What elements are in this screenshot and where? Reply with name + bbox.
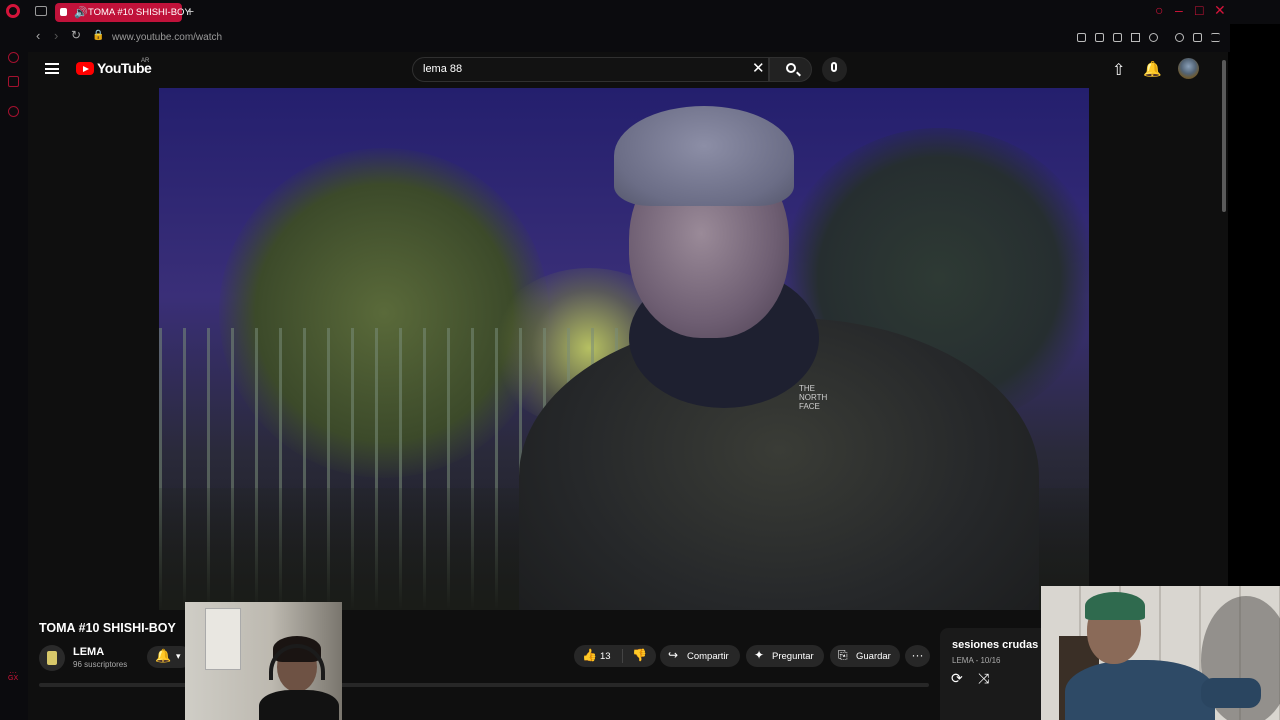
new-tab-button[interactable]: + xyxy=(186,3,194,19)
like-button-icon[interactable]: 👍 xyxy=(582,648,597,662)
forward-icon[interactable]: › xyxy=(54,28,58,43)
webcam-streamer-body xyxy=(259,690,339,720)
ask-label: Preguntar xyxy=(772,651,814,662)
dislike-button-icon[interactable]: 👎 xyxy=(632,648,647,662)
back-icon[interactable]: ‹ xyxy=(36,28,40,43)
share-button[interactable]: ↪ Compartir xyxy=(660,645,740,667)
profile-icon[interactable] xyxy=(1175,33,1184,42)
heart-icon[interactable] xyxy=(1149,33,1158,42)
webcam-wall-poster xyxy=(205,608,241,670)
browser-sidebar: GX ··· xyxy=(0,24,28,720)
share-label: Compartir xyxy=(687,651,729,662)
video-title: TOMA #10 SHISHI-BOY xyxy=(39,621,176,635)
save-button[interactable]: ⎘ Guardar xyxy=(830,645,900,667)
share-icon: ↪ xyxy=(668,648,679,662)
like-divider xyxy=(622,649,623,663)
url-field[interactable]: www.youtube.com/watch xyxy=(112,32,222,43)
tab-title: TOMA #10 SHISHI-BOY xyxy=(88,7,191,18)
search-input[interactable] xyxy=(412,57,769,82)
webcam-person-arm xyxy=(1201,678,1261,708)
more-actions-button[interactable]: ··· xyxy=(905,645,930,667)
loop-icon[interactable]: ⟳ xyxy=(951,670,963,687)
microphone-icon xyxy=(831,62,837,72)
youtube-favicon-icon xyxy=(60,8,67,16)
chevron-down-icon: ▾ xyxy=(176,651,181,661)
gx-cleaner-icon[interactable] xyxy=(8,76,19,87)
voice-search-button[interactable] xyxy=(822,57,847,82)
channel-avatar-image xyxy=(47,651,57,665)
address-bar: ‹ › ↻ 🔒 www.youtube.com/watch xyxy=(28,24,1230,52)
description-box-edge xyxy=(39,683,929,687)
channel-name[interactable]: LEMA xyxy=(73,646,104,658)
country-code: AR xyxy=(141,58,150,64)
snapshot-icon[interactable] xyxy=(1095,33,1104,42)
like-dislike-group: 👍 13 👎 xyxy=(574,645,656,667)
reload-icon[interactable]: ↻ xyxy=(71,28,81,42)
save-label: Guardar xyxy=(856,651,891,662)
search-query-text[interactable]: lema 88 xyxy=(423,63,462,75)
upload-icon[interactable]: ⇧ xyxy=(1112,60,1125,80)
save-bookmark-icon: ⎘ xyxy=(838,648,848,662)
playlist-meta: LEMA - 10/16 xyxy=(952,656,1001,665)
scrollbar-thumb[interactable] xyxy=(1222,60,1226,212)
video-player[interactable]: THE NORTH FACE xyxy=(159,88,1089,610)
webcam-person-body xyxy=(1065,660,1215,720)
search-icon xyxy=(786,63,796,73)
gx-control-icon[interactable] xyxy=(8,52,19,63)
like-count[interactable]: 13 xyxy=(600,651,611,662)
close-icon[interactable]: ✕ xyxy=(1214,2,1226,19)
playlist-panel[interactable]: sesiones crudas LEMA - 10/16 ⟳ ⤨ xyxy=(940,628,1050,720)
ask-button[interactable]: ✦ Preguntar xyxy=(746,645,824,667)
tab-manager-icon[interactable] xyxy=(35,6,47,16)
playlist-title[interactable]: sesiones crudas xyxy=(952,639,1038,651)
webcam-overlay-right xyxy=(1041,586,1280,720)
search-button[interactable] xyxy=(769,57,812,82)
audio-playing-icon[interactable]: 🔊 xyxy=(74,6,88,19)
bell-icon: 🔔 xyxy=(155,648,172,663)
jacket-brand-logo: THE NORTH FACE xyxy=(799,384,828,411)
notifications-bell-icon[interactable]: 🔔 xyxy=(1143,60,1162,78)
download-icon[interactable] xyxy=(1193,33,1202,42)
lock-icon[interactable]: 🔒 xyxy=(92,30,104,41)
sparkle-icon: ✦ xyxy=(754,648,765,662)
active-tab[interactable]: 🔊 TOMA #10 SHISHI-BOY xyxy=(55,3,191,22)
clear-search-icon[interactable]: ✕ xyxy=(752,59,765,77)
opera-logo-icon[interactable] xyxy=(6,4,20,18)
youtube-header: YouTube AR lema 88 ✕ ⇧ 🔔 xyxy=(28,52,1220,88)
shuffle-icon[interactable]: ⤨ xyxy=(978,670,989,687)
send-icon[interactable] xyxy=(1131,33,1140,42)
account-avatar[interactable] xyxy=(1178,58,1199,79)
easy-setup-menu-icon[interactable] xyxy=(1211,33,1220,42)
video-person-beanie xyxy=(614,106,794,206)
youtube-logo-icon[interactable] xyxy=(76,62,94,75)
adblock-shield-icon[interactable] xyxy=(1113,33,1122,42)
maximize-icon[interactable]: □ xyxy=(1195,2,1203,18)
browser-tab-bar: 🔊 TOMA #10 SHISHI-BOY + ○ – □ ✕ xyxy=(0,0,1280,24)
sidebar-menu-icon[interactable]: ··· xyxy=(9,668,17,677)
search-tabs-icon[interactable]: ○ xyxy=(1155,2,1163,18)
hamburger-menu-icon[interactable] xyxy=(45,63,59,74)
channel-avatar[interactable] xyxy=(39,645,65,671)
subscriber-count: 96 suscriptores xyxy=(73,660,128,669)
bookmark-icon[interactable] xyxy=(1077,33,1086,42)
minimize-icon[interactable]: – xyxy=(1175,2,1183,18)
webcam-overlay-left xyxy=(185,602,342,720)
webcam-person-cap xyxy=(1085,592,1145,620)
history-icon[interactable] xyxy=(8,106,19,117)
